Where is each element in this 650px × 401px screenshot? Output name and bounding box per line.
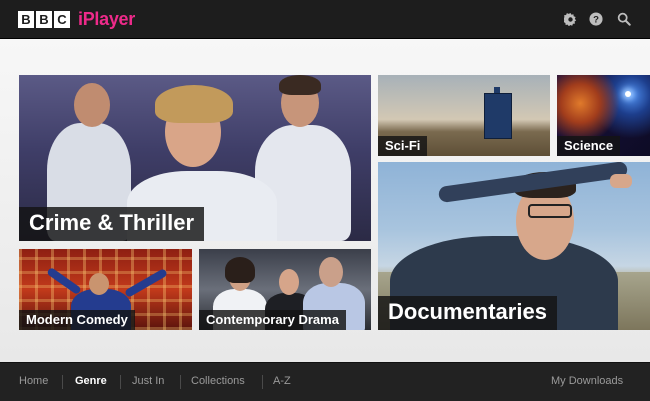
- svg-text:?: ?: [593, 15, 599, 26]
- tile-label: Modern Comedy: [19, 310, 135, 330]
- bottom-nav-bar: Home Genre Just In Collections A-Z My Do…: [0, 362, 650, 401]
- help-question-icon[interactable]: ?: [588, 11, 604, 27]
- nav-divider: [62, 375, 63, 389]
- person-hair: [279, 75, 321, 95]
- tile-documentaries[interactable]: Documentaries: [378, 162, 650, 330]
- tile-label: Documentaries: [378, 296, 557, 330]
- genre-grid: Crime & Thriller Sci-Fi Science Document…: [0, 39, 650, 362]
- tile-modern-comedy[interactable]: Modern Comedy: [19, 249, 192, 330]
- person-hair: [225, 257, 255, 283]
- nav-home[interactable]: Home: [19, 375, 48, 387]
- tile-crime-thriller[interactable]: Crime & Thriller: [19, 75, 371, 241]
- tile-label: Crime & Thriller: [19, 207, 205, 241]
- nav-genre[interactable]: Genre: [75, 375, 107, 387]
- top-bar: B B C iPlayer ?: [0, 0, 650, 39]
- settings-gear-icon[interactable]: [562, 11, 578, 27]
- tile-label: Science: [557, 136, 621, 156]
- tile-science[interactable]: Science: [557, 75, 650, 156]
- nav-divider: [120, 375, 121, 389]
- person-head: [74, 83, 110, 127]
- nav-divider: [262, 375, 263, 389]
- bbc-logo-letter: B: [36, 10, 52, 28]
- person-head: [89, 273, 109, 295]
- nav-divider: [180, 375, 181, 389]
- bbc-iplayer-logo[interactable]: B B C iPlayer: [18, 8, 135, 29]
- tile-label: Sci-Fi: [378, 136, 428, 156]
- nav-my-downloads[interactable]: My Downloads: [551, 375, 623, 387]
- iplayer-wordmark: iPlayer: [78, 8, 135, 29]
- tile-label: Contemporary Drama: [199, 310, 346, 330]
- nav-just-in[interactable]: Just In: [132, 375, 164, 387]
- tile-contemporary-drama[interactable]: Contemporary Drama: [199, 249, 371, 330]
- nav-collections[interactable]: Collections: [191, 375, 245, 387]
- bbc-logo-letter: C: [54, 10, 70, 28]
- tile-sci-fi[interactable]: Sci-Fi: [378, 75, 550, 156]
- person-hair: [155, 85, 233, 123]
- person-head: [279, 269, 299, 295]
- glasses: [528, 204, 572, 218]
- police-box-lamp: [494, 87, 500, 93]
- star: [625, 91, 631, 97]
- person-head: [319, 257, 343, 287]
- search-icon[interactable]: [616, 11, 632, 27]
- nav-a-z[interactable]: A-Z: [273, 375, 291, 387]
- police-box: [484, 93, 512, 139]
- hand: [610, 174, 632, 188]
- bbc-logo-letter: B: [18, 10, 34, 28]
